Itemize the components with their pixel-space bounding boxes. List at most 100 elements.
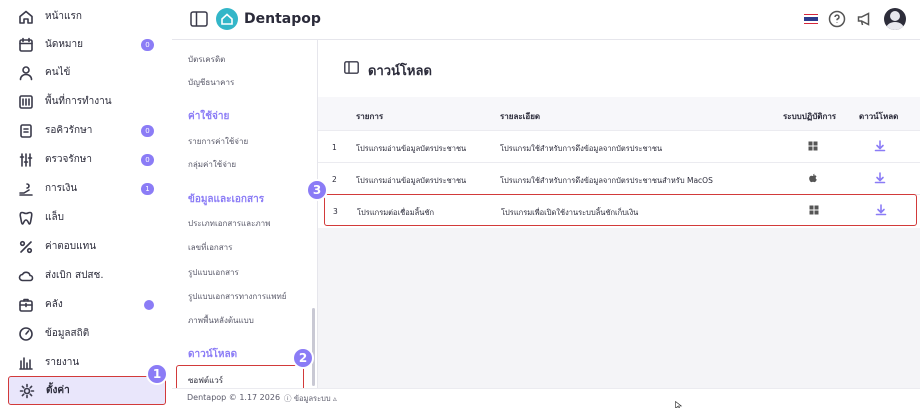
version-text: Dentapop © 1.17 2026 <box>187 393 281 402</box>
subnav-item-expense-list[interactable]: รายการค่าใช้จ่าย <box>188 135 248 148</box>
mouse-cursor-icon <box>675 401 683 408</box>
main-content: ดาวน์โหลด รายการ รายละเอียด ระบบปฏิบัติก… <box>318 40 920 388</box>
subnav-item-label: ซอฟต์แวร์ <box>188 376 224 385</box>
gear-icon <box>18 382 36 400</box>
finance-icon <box>17 180 35 198</box>
user-avatar[interactable] <box>884 8 906 30</box>
nav-item-reports[interactable]: รายงาน <box>8 348 166 377</box>
subnav-item-doc-types[interactable]: ประเภทเอกสารและภาพ <box>188 217 270 230</box>
step-marker-1: 1 <box>146 363 168 385</box>
row-name: โปรแกรมอ่านข้อมูลบัตรประชาชน <box>356 176 467 185</box>
table-row: 3 โปรแกรมต่อเชื่อมลิ้นชัก โปรแกรมเพื่อเป… <box>324 194 917 226</box>
column-header-detail: รายละเอียด <box>500 112 541 121</box>
info-icon: ⓘ <box>284 394 292 403</box>
nav-item-inventory[interactable]: คลัง <box>8 290 166 319</box>
count-badge: 0 <box>141 39 154 51</box>
nav-item-label: แล็บ <box>45 212 64 223</box>
row-detail: โปรแกรมใช้สำหรับการดึงข้อมูลจากบัตรประชา… <box>500 176 713 185</box>
nav-item-appointments[interactable]: นัดหมาย 0 <box>8 30 166 59</box>
nav-item-label: พื้นที่การทำงาน <box>45 96 112 107</box>
system-info-link[interactable]: ⓘ ข้อมูลระบบ ▵ <box>284 393 337 405</box>
queue-icon <box>17 122 35 140</box>
nav-item-finance[interactable]: การเงิน 1 <box>8 174 166 203</box>
subnav-item-credit-card[interactable]: บัตรเครดิต <box>188 53 225 66</box>
top-actions <box>804 8 906 30</box>
tooth-icon <box>17 209 35 227</box>
nav-item-compensation[interactable]: ค่าตอบแทน <box>8 232 166 261</box>
row-number: 2 <box>332 175 337 184</box>
notification-dot <box>144 300 154 310</box>
nav-item-claims[interactable]: ส่งเบิก สปสช. <box>8 261 166 290</box>
count-badge: 1 <box>141 183 154 195</box>
nav-item-label: ค่าตอบแทน <box>45 241 97 252</box>
nav-item-label: ข้อมูลสถิติ <box>45 328 90 339</box>
nav-item-treatment[interactable]: ตรวจรักษา 0 <box>8 145 166 174</box>
help-icon[interactable] <box>828 10 846 28</box>
calendar-icon <box>17 36 35 54</box>
table-header: รายการ รายละเอียด ระบบปฏิบัติการ ดาวน์โห… <box>318 97 920 131</box>
top-bar: Dentapop <box>172 0 920 40</box>
app-root: หน้าแรก นัดหมาย 0 คนไข้ พื้นที่การทำงาน … <box>0 0 920 408</box>
step-marker-3: 3 <box>306 179 328 201</box>
report-icon <box>17 354 35 372</box>
row-name: โปรแกรมอ่านข้อมูลบัตรประชาชน <box>356 144 467 153</box>
nav-item-workspace[interactable]: พื้นที่การทำงาน <box>8 87 166 116</box>
subnav-heading-expenses: ค่าใช้จ่าย <box>188 111 230 122</box>
subnav-item-background-template[interactable]: ภาพพื้นหลังต้นแบบ <box>188 314 254 327</box>
page-header: ดาวน์โหลด <box>318 40 920 97</box>
subnav-heading-download: ดาวน์โหลด <box>188 349 238 360</box>
row-number: 3 <box>333 207 338 216</box>
page-title: ดาวน์โหลด <box>368 64 432 79</box>
count-badge: 0 <box>141 154 154 166</box>
table-row: 2 โปรแกรมอ่านข้อมูลบัตรประชาชน โปรแกรมใช… <box>318 163 920 195</box>
row-detail: โปรแกรมเพื่อเปิดใช้งานระบบลิ้นชักเก็บเงิ… <box>501 208 639 217</box>
sidebar-toggle-icon[interactable] <box>190 11 208 27</box>
panel-icon <box>344 61 359 74</box>
settings-subnav: บัตรเครดิต บัญชีธนาคาร ค่าใช้จ่าย รายการ… <box>172 40 318 391</box>
subnav-item-medical-doc-formats[interactable]: รูปแบบเอกสารทางการแพทย์ <box>188 290 286 303</box>
row-name: โปรแกรมต่อเชื่อมลิ้นชัก <box>357 208 434 217</box>
subnav-heading-documents: ข้อมูลและเอกสาร <box>188 194 265 205</box>
workspace-icon <box>17 93 35 111</box>
percent-icon <box>17 238 35 256</box>
nav-item-label: รายงาน <box>45 357 80 368</box>
cloud-icon <box>17 267 35 285</box>
column-header-os: ระบบปฏิบัติการ <box>783 112 837 121</box>
nav-item-label: ส่งเบิก สปสช. <box>45 270 104 281</box>
nav-item-label: ตรวจรักษา <box>45 154 92 165</box>
nav-item-settings[interactable]: ตั้งค่า <box>8 376 166 405</box>
brand-name: Dentapop <box>244 11 321 27</box>
treatment-icon <box>17 151 35 169</box>
subnav-item-expense-group[interactable]: กลุ่มค่าใช้จ่าย <box>188 158 236 171</box>
system-info-label: ข้อมูลระบบ <box>293 394 331 403</box>
download-icon[interactable] <box>875 204 887 216</box>
chevron-icon: ▵ <box>333 394 337 403</box>
nav-item-label: คลัง <box>45 299 63 310</box>
announcement-icon[interactable] <box>856 10 874 28</box>
nav-item-label: การเงิน <box>45 183 78 194</box>
download-icon[interactable] <box>874 172 886 184</box>
row-detail: โปรแกรมใช้สำหรับการดึงข้อมูลจากบัตรประชา… <box>500 144 663 153</box>
gauge-icon <box>17 325 35 343</box>
subnav-item-doc-numbers[interactable]: เลขที่เอกสาร <box>188 241 232 254</box>
windows-icon <box>809 205 819 215</box>
subnav-scrollbar[interactable] <box>312 308 315 386</box>
subnav-item-bank-account[interactable]: บัญชีธนาคาร <box>188 76 234 89</box>
count-badge: 0 <box>141 125 154 137</box>
nav-item-queue[interactable]: รอคิวรักษา 0 <box>8 116 166 145</box>
home-icon <box>17 8 35 26</box>
footer: Dentapop © 1.17 2026 ⓘ ข้อมูลระบบ ▵ <box>172 388 920 408</box>
column-header-download: ดาวน์โหลด <box>859 112 899 121</box>
user-icon <box>17 64 35 82</box>
download-icon[interactable] <box>874 140 886 152</box>
language-flag-icon[interactable] <box>804 13 818 25</box>
download-table: รายการ รายละเอียด ระบบปฏิบัติการ ดาวน์โห… <box>318 97 920 228</box>
nav-item-statistics[interactable]: ข้อมูลสถิติ <box>8 319 166 348</box>
nav-item-patients[interactable]: คนไข้ <box>8 58 166 87</box>
nav-item-home[interactable]: หน้าแรก <box>8 2 166 31</box>
nav-item-lab[interactable]: แล็บ <box>8 203 166 232</box>
apple-icon <box>809 173 817 183</box>
row-number: 1 <box>332 143 337 152</box>
subnav-item-doc-formats[interactable]: รูปแบบเอกสาร <box>188 266 239 279</box>
nav-item-label: ตั้งค่า <box>46 385 70 396</box>
